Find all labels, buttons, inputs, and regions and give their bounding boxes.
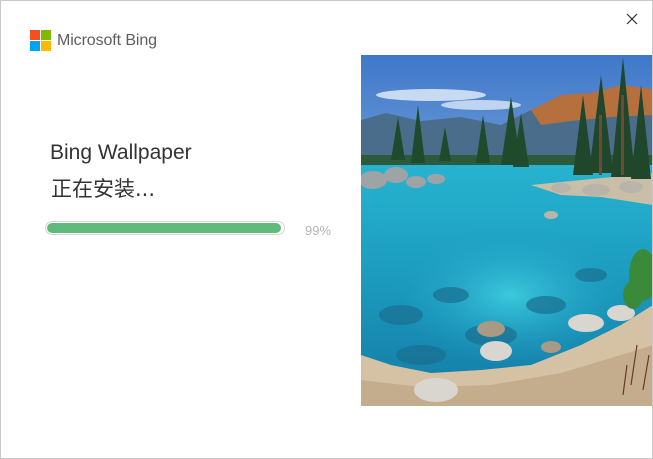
logo-square-yellow [41,41,51,51]
close-icon [626,13,638,25]
logo-square-blue [30,41,40,51]
progress-bar [45,221,285,235]
progress-percentage: 99% [305,223,332,238]
progress-bar-fill [47,223,281,233]
install-status: 正在安装... [51,177,156,201]
brand-logo: Microsoft Bing [30,30,157,51]
microsoft-logo-icon [30,30,51,51]
logo-square-red [30,30,40,40]
logo-square-green [41,30,51,40]
hero-image [361,55,652,406]
installer-window: Microsoft Bing Bing Wallpaper 正在安装... 99… [0,0,653,459]
product-title: Bing Wallpaper [50,141,192,164]
close-button[interactable] [618,7,646,31]
brand-name: Microsoft Bing [57,31,157,49]
lake-landscape-image [361,55,652,406]
